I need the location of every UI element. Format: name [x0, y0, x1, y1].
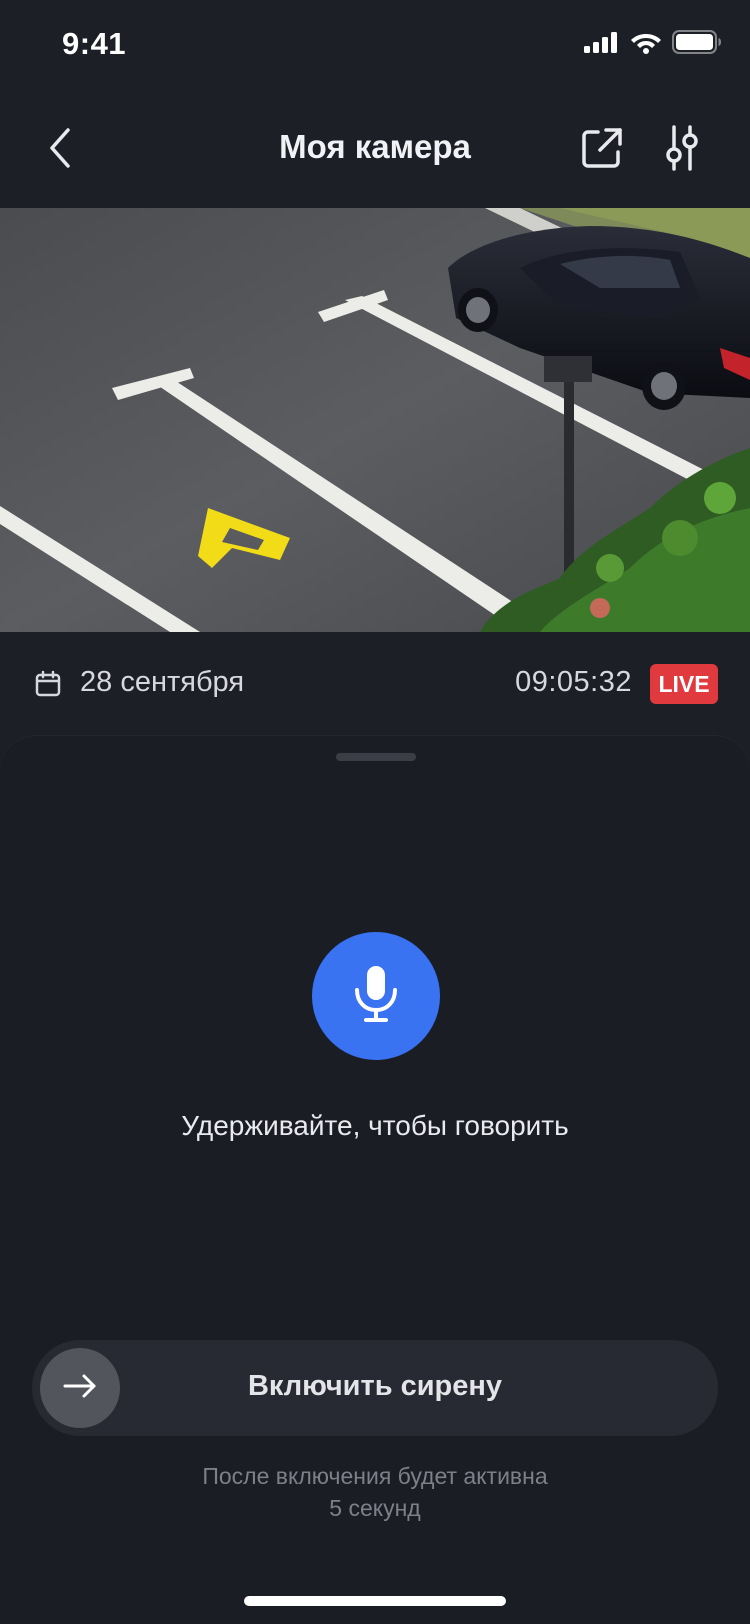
camera-video-view[interactable]: [0, 208, 750, 632]
share-external-icon: [580, 126, 624, 175]
parking-lot-scene: [0, 208, 750, 632]
status-time: 9:41: [62, 26, 127, 61]
calendar-icon: [34, 670, 62, 703]
camera-info-row: 28 сентября 09:05:32 LIVE: [0, 640, 750, 730]
siren-label: Включить сирену: [247, 1370, 503, 1402]
push-to-talk-button[interactable]: [312, 932, 440, 1060]
sheet-drag-handle[interactable]: [336, 753, 416, 761]
wifi-icon: [630, 30, 662, 59]
microphone-icon: [348, 964, 404, 1029]
siren-note: После включения будет активна 5 секунд: [0, 1460, 750, 1524]
status-icons: [584, 30, 722, 59]
recording-date[interactable]: 28 сентября: [80, 666, 244, 699]
status-bar: 9:41: [0, 0, 750, 90]
siren-slide-control[interactable]: Включить сирену: [32, 1340, 718, 1436]
siren-note-line1: После включения будет активна: [202, 1463, 548, 1489]
push-to-talk-hint: Удерживайте, чтобы говорить: [181, 1110, 569, 1141]
home-indicator[interactable]: [244, 1596, 506, 1606]
sliders-icon: [665, 124, 699, 177]
controls-sheet: Удерживайте, чтобы говорить Включить сир…: [0, 736, 750, 1624]
siren-note-line2: 5 секунд: [329, 1495, 421, 1521]
camera-settings-button[interactable]: [658, 122, 706, 178]
recording-time: 09:05:32: [515, 666, 632, 698]
battery-icon: [672, 30, 722, 59]
nav-bar: Моя камера: [0, 100, 750, 200]
cellular-signal-icon: [584, 31, 620, 58]
page-title: Моя камера: [279, 128, 471, 165]
live-badge: LIVE: [650, 664, 718, 704]
share-button[interactable]: [576, 124, 628, 176]
